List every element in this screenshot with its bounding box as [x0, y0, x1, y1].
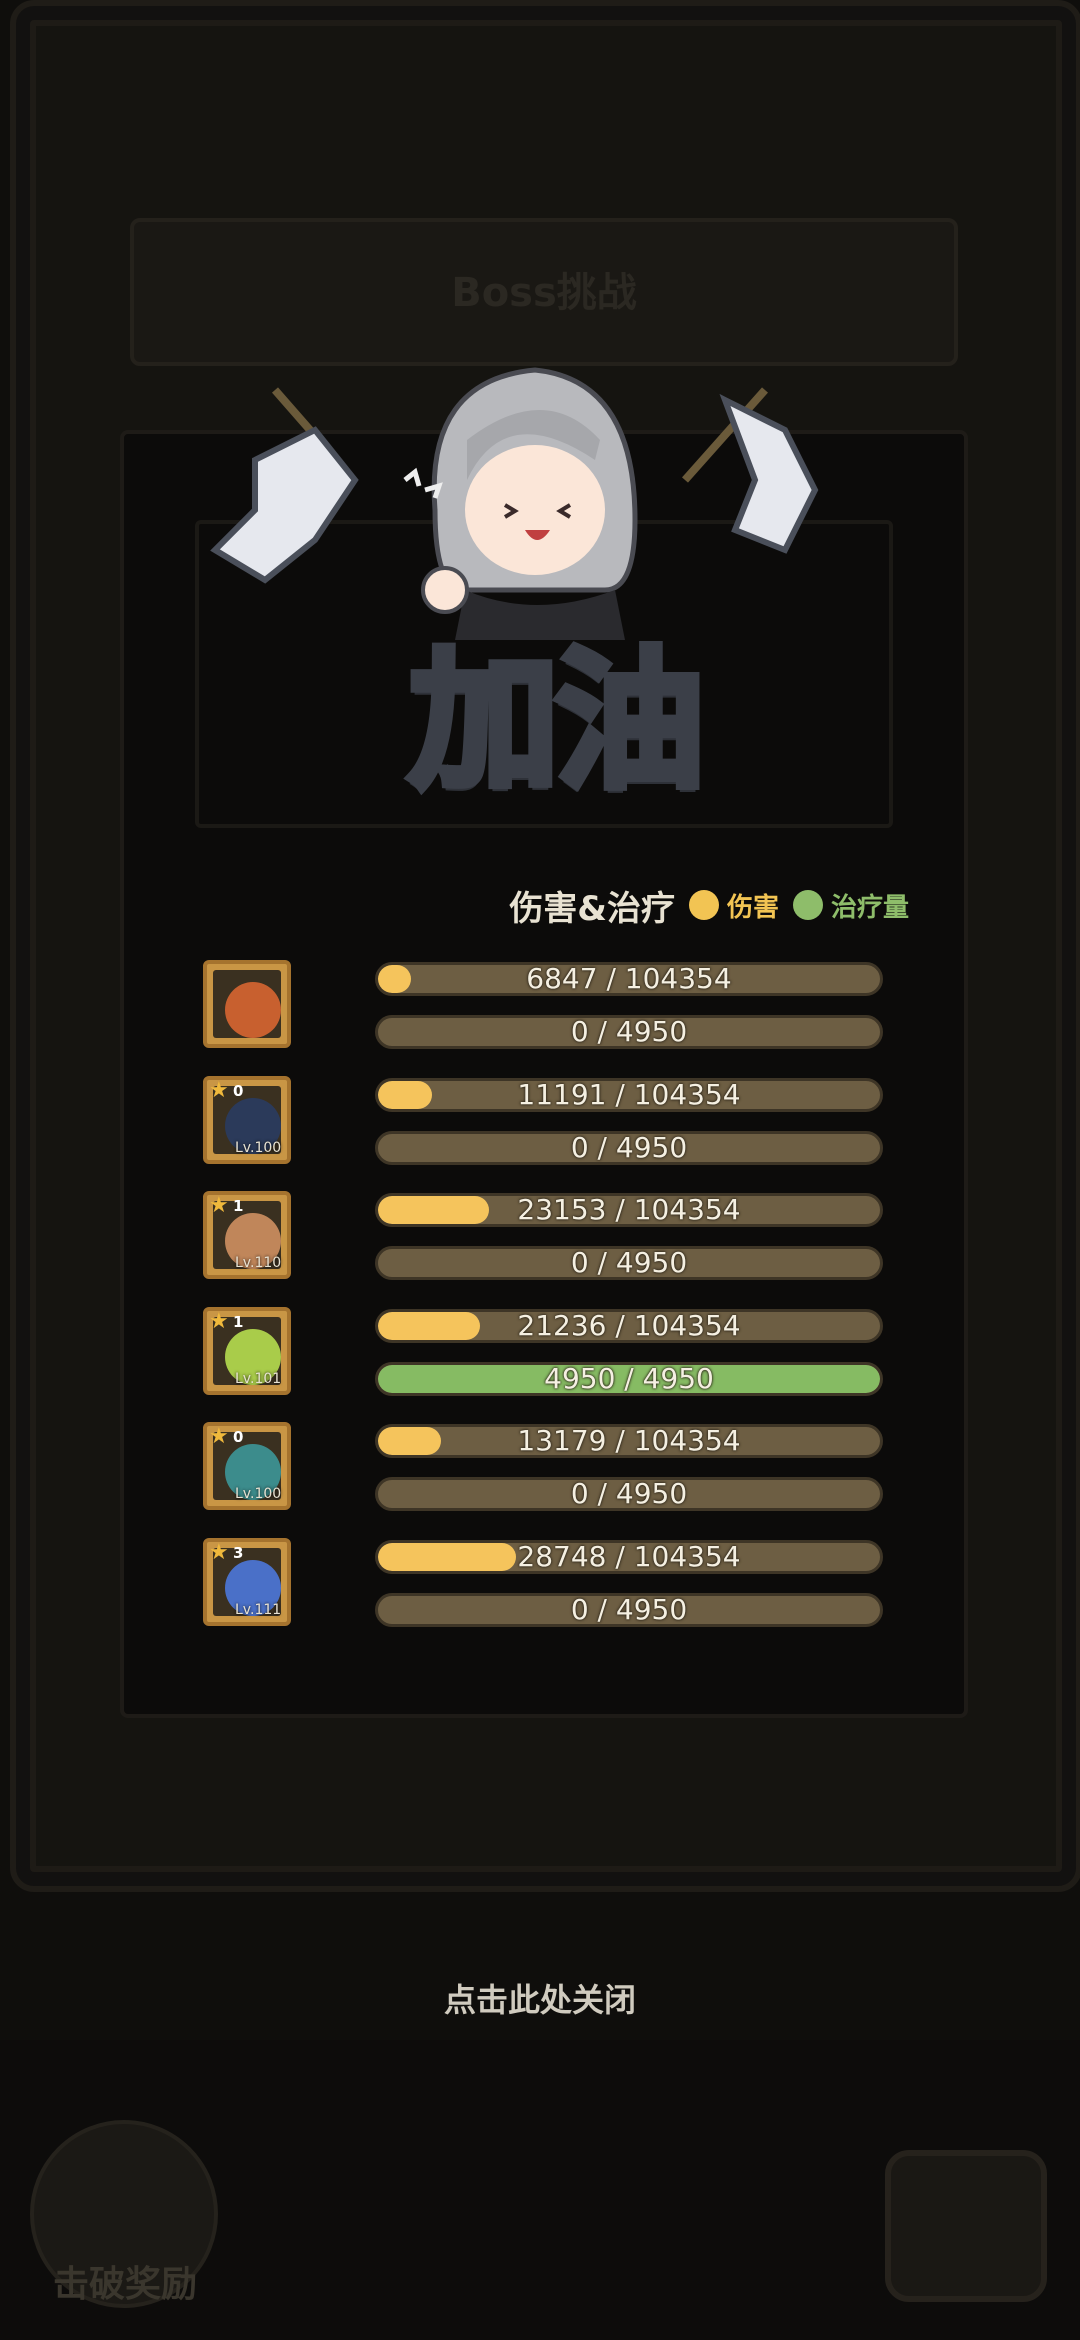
heal-value: 4950 / 4950: [544, 1361, 714, 1395]
hero-level: Lv.101: [235, 1370, 282, 1387]
right-flag-icon: [719, 393, 819, 554]
reward-label: 击破奖励: [52, 2264, 197, 2305]
star-icon: ★: [209, 1539, 229, 1565]
hero-portrait[interactable]: [203, 960, 291, 1048]
heal-value: 0 / 4950: [570, 1015, 688, 1048]
star-icon: ★: [209, 1424, 229, 1449]
background-title-bar: Boss挑战: [130, 218, 958, 366]
heal-dot-icon: [792, 890, 823, 920]
hero-portrait[interactable]: ★ 1 Lv.101: [203, 1306, 291, 1395]
heal-value: 0 / 4950: [570, 1592, 688, 1626]
legend-heal-label: 治疗量: [830, 892, 909, 923]
hero-level: Lv.100: [235, 1486, 282, 1502]
stats-legend: 伤害&治疗 伤害 治疗量: [509, 880, 915, 930]
heal-value: 0 / 4950: [570, 1246, 688, 1279]
damage-bar: 23153 / 104354: [375, 1193, 883, 1227]
heal-bar: 0 / 4950: [375, 1015, 883, 1049]
heal-bar: 0 / 4950: [375, 1477, 883, 1511]
heal-bar: 0 / 4950: [375, 1130, 883, 1165]
hero-row: ★ 0 Lv.100 11191 / 104354 0 / 4950: [200, 1074, 890, 1190]
hero-stars: 1: [233, 1197, 244, 1215]
damage-value: 23153 / 104354: [517, 1193, 741, 1226]
hero-level: Lv.110: [235, 1255, 282, 1271]
hero-face-icon: [225, 982, 281, 1038]
hero-portrait[interactable]: ★ 1 Lv.110: [203, 1191, 291, 1279]
hero-row: 6847 / 104354 0 / 4950: [200, 958, 890, 1074]
hero-portrait[interactable]: ★ 0 Lv.100: [203, 1422, 291, 1510]
damage-bar: 21236 / 104354: [375, 1308, 883, 1343]
hero-row: ★ 0 Lv.100 13179 / 104354 0 / 4950: [200, 1420, 890, 1536]
hero-row: ★ 1 Lv.110 23153 / 104354 0 / 4950: [200, 1189, 890, 1305]
heal-bar: 4950 / 4950: [375, 1361, 883, 1396]
hero-portrait[interactable]: ★ 3 Lv.111: [203, 1537, 291, 1626]
legend-damage-label: 伤害: [726, 892, 779, 923]
damage-dot-icon: [688, 890, 719, 920]
damage-value: 11191 / 104354: [517, 1077, 741, 1111]
damage-value: 6847 / 104354: [526, 962, 732, 995]
heal-value: 0 / 4950: [570, 1130, 688, 1164]
hero-row: ★ 1 Lv.101 21236 / 104354 4950 / 4950: [200, 1305, 890, 1421]
arrow-button: [885, 2150, 1047, 2302]
heal-bar: 0 / 4950: [375, 1592, 883, 1627]
background-title: Boss挑战: [451, 270, 637, 316]
close-hint-button[interactable]: 点击此处关闭: [0, 1975, 1080, 2021]
stats-title: 伤害&治疗: [509, 888, 675, 929]
damage-bar: 11191 / 104354: [375, 1077, 883, 1112]
damage-bar: 6847 / 104354: [375, 962, 883, 996]
star-icon: ★: [209, 1193, 229, 1218]
left-flag-icon: [210, 426, 359, 584]
damage-value: 13179 / 104354: [517, 1424, 741, 1457]
damage-bar: 28748 / 104354: [375, 1539, 883, 1574]
cheer-banner: 加油: [205, 360, 885, 813]
heal-bar: 0 / 4950: [375, 1246, 883, 1280]
hero-row: ★ 3 Lv.111 28748 / 104354 0 / 4950: [200, 1536, 890, 1652]
star-icon: ★: [209, 1308, 229, 1334]
hero-stars: 3: [233, 1543, 244, 1562]
hero-stars: 1: [233, 1312, 244, 1331]
hero-stars: 0: [233, 1428, 244, 1446]
damage-value: 28748 / 104354: [517, 1539, 741, 1573]
hero-level: Lv.111: [235, 1601, 282, 1618]
cheer-text: 加油: [405, 631, 709, 813]
damage-bar: 13179 / 104354: [375, 1424, 883, 1458]
hero-portrait[interactable]: ★ 0 Lv.100: [203, 1075, 291, 1164]
hero-stats-list: 6847 / 104354 0 / 4950 ★ 0 Lv.100 11191 …: [200, 958, 890, 1651]
hero-stars: 0: [233, 1081, 244, 1100]
star-icon: ★: [209, 1077, 229, 1103]
heal-value: 0 / 4950: [570, 1477, 688, 1510]
damage-value: 21236 / 104354: [517, 1308, 741, 1342]
hero-level: Lv.100: [235, 1139, 282, 1156]
